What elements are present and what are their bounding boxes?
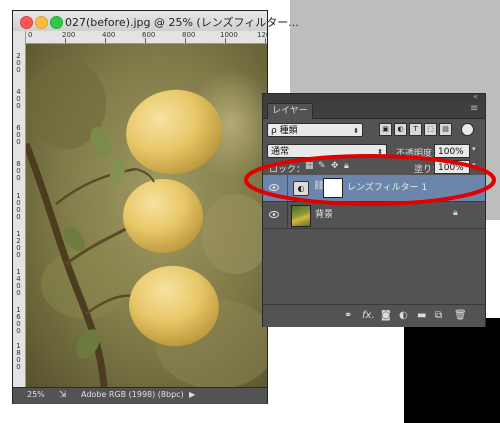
panel-menu-icon[interactable]: ≡ — [470, 104, 478, 114]
layer-name[interactable]: レンズフィルター 1 — [347, 182, 427, 194]
ruler-vertical[interactable]: 200 400 600 800 1000 1200 1400 1600 1800 — [13, 31, 26, 387]
fill-input[interactable]: 100% — [434, 160, 470, 174]
layers-panel-toolbar: ⚭ fx. ◙ ◐ ▬ ⧉ 🗑︎ — [263, 304, 485, 327]
link-icon[interactable]: ⚭ — [344, 310, 352, 321]
ruler-label: 0 — [28, 31, 33, 39]
document-title: 027(before).jpg @ 25% (レンズフィルター... — [65, 16, 299, 29]
color-profile: Adobe RGB (1998) (8bpc) — [81, 390, 184, 399]
collapse-panel-icon[interactable]: « — [473, 93, 478, 101]
layer-row-background[interactable]: 背景 🔒︎ — [263, 202, 485, 229]
fill-dropdown-icon[interactable]: ▾ — [472, 161, 476, 169]
status-menu-arrow[interactable]: ▶ — [189, 390, 195, 399]
layer-name[interactable]: 背景 — [315, 209, 333, 221]
chevron-down-icon: ⬍ — [353, 127, 359, 135]
lock-icon: 🔒︎ — [453, 208, 458, 218]
chevron-down-icon: ⬍ — [377, 148, 383, 156]
tab-layers[interactable]: レイヤー — [267, 103, 313, 119]
layer-mask-thumbnail[interactable] — [323, 178, 343, 198]
new-layer-icon[interactable]: ⧉ — [435, 310, 442, 321]
ruler-label: 1000 — [16, 192, 21, 221]
maximize-window-button[interactable] — [50, 16, 63, 29]
panel-tabbar: レイヤー — [263, 102, 485, 119]
trash-icon[interactable]: 🗑︎ — [454, 310, 467, 321]
lock-all-icon[interactable]: 🔒︎ — [344, 161, 349, 171]
zoom-level[interactable]: 25% — [27, 390, 45, 399]
layers-panel: « レイヤー ≡ ρ 種類 ⬍ ▣ ◐ T ⬚ ▤ 通常 ⬍ 不透明度： 100… — [262, 93, 486, 327]
lens-filter-adjustment-icon: ◐ — [293, 181, 309, 196]
lock-position-icon[interactable]: ✥ — [331, 161, 339, 171]
close-window-button[interactable] — [20, 16, 33, 29]
ruler-label: 1000 — [220, 31, 238, 39]
background-black-block — [404, 318, 500, 423]
lemon-photo — [26, 44, 267, 387]
eye-icon[interactable] — [269, 184, 279, 191]
layer-row-lens-filter[interactable]: ◐ ⛓ レンズフィルター 1 — [263, 175, 485, 202]
ruler-label: 1200 — [16, 230, 21, 259]
folder-icon[interactable]: ▬ — [417, 310, 426, 321]
shape-filter-icon[interactable]: ⬚ — [424, 123, 437, 136]
mask-icon[interactable]: ◙ — [381, 310, 391, 321]
smart-object-filter-icon[interactable]: ▤ — [439, 123, 452, 136]
minimize-window-button[interactable] — [35, 16, 48, 29]
lock-label: ロック： — [269, 165, 306, 175]
document-window: 027(before).jpg @ 25% (レンズフィルター... 0 200… — [12, 10, 299, 404]
ruler-label: 400 — [102, 31, 116, 39]
panel-drag-strip[interactable] — [263, 94, 485, 102]
opacity-input[interactable]: 100% — [434, 144, 470, 158]
blend-mode-value: 通常 — [271, 147, 290, 157]
type-filter-icon[interactable]: T — [409, 123, 422, 136]
share-icon[interactable]: ⇲ — [59, 390, 67, 400]
adjustment-icon[interactable]: ◐ — [399, 310, 408, 321]
background-white-block — [484, 220, 500, 300]
eye-icon[interactable] — [269, 211, 279, 218]
document-statusbar: 25% ⇲ Adobe RGB (1998) (8bpc) ▶ — [13, 387, 267, 404]
lock-transparency-icon[interactable]: ▦ — [305, 161, 314, 171]
opacity-dropdown-icon[interactable]: ▾ — [472, 145, 476, 153]
adjustment-filter-icon[interactable]: ◐ — [394, 123, 407, 136]
filter-toggle[interactable] — [461, 123, 474, 136]
ruler-label: 800 — [16, 160, 21, 182]
ruler-horizontal[interactable]: 0 200 400 600 800 1000 1200 — [25, 31, 267, 44]
ruler-label: 800 — [182, 31, 196, 39]
ruler-label: 200 — [62, 31, 76, 39]
document-titlebar[interactable]: 027(before).jpg @ 25% (レンズフィルター... — [13, 11, 299, 32]
ruler-label: 400 — [16, 88, 21, 110]
layer-thumbnail — [291, 205, 311, 227]
ruler-label: 1600 — [16, 306, 21, 335]
document-canvas[interactable] — [26, 44, 267, 387]
ruler-label: 1800 — [16, 342, 21, 371]
layer-kind-filter-value: ρ 種類 — [271, 126, 298, 136]
ruler-label: 600 — [16, 124, 21, 146]
lock-paint-icon[interactable]: ✎ — [318, 161, 326, 171]
layer-kind-filter[interactable]: ρ 種類 ⬍ — [267, 123, 363, 137]
pixel-filter-icon[interactable]: ▣ — [379, 123, 392, 136]
ruler-label: 600 — [142, 31, 156, 39]
layer-filter-row: ρ 種類 ⬍ ▣ ◐ T ⬚ ▤ — [263, 119, 485, 141]
ruler-label: 200 — [16, 52, 21, 74]
ruler-label: 1400 — [16, 268, 21, 297]
blend-mode-select[interactable]: 通常 ⬍ — [267, 144, 387, 158]
fx-icon[interactable]: fx. — [362, 310, 375, 321]
